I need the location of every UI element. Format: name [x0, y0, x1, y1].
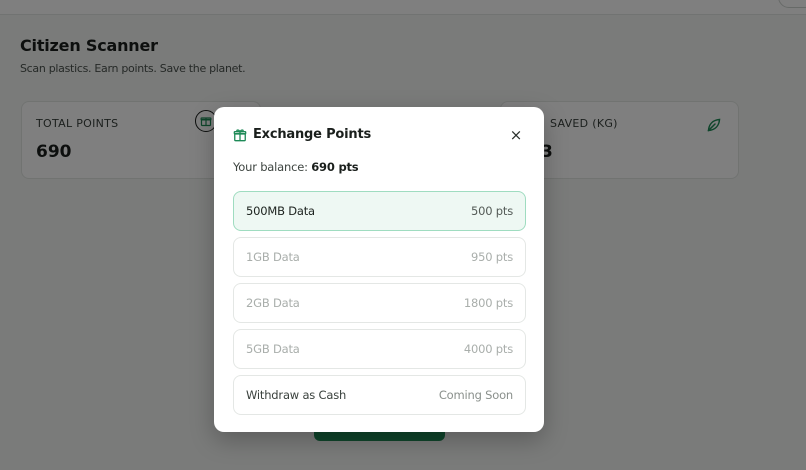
- option-name: 500MB Data: [246, 204, 315, 218]
- option-cost: 950 pts: [470, 250, 513, 264]
- option-cost: 1800 pts: [463, 296, 513, 310]
- modal-header: Exchange Points: [233, 127, 371, 142]
- option-500mb-data[interactable]: 500MB Data 500 pts: [233, 191, 526, 231]
- balance-value: 690 pts: [311, 160, 359, 174]
- modal-title: Exchange Points: [253, 127, 372, 142]
- option-name: 1GB Data: [246, 250, 300, 264]
- option-cost: 500 pts: [470, 204, 513, 218]
- exchange-options-list: 500MB Data 500 pts 1GB Data 950 pts 2GB …: [233, 191, 526, 421]
- option-name: 5GB Data: [246, 342, 300, 356]
- option-1gb-data: 1GB Data 950 pts: [233, 237, 526, 277]
- balance-line: Your balance: 690 pts: [233, 160, 359, 174]
- option-name: 2GB Data: [246, 296, 300, 310]
- option-cost: Coming Soon: [438, 388, 513, 402]
- close-icon[interactable]: ×: [508, 127, 524, 143]
- option-cost: 4000 pts: [463, 342, 513, 356]
- option-5gb-data: 5GB Data 4000 pts: [233, 329, 526, 369]
- option-withdraw-cash: Withdraw as Cash Coming Soon: [233, 375, 526, 415]
- exchange-points-modal: Exchange Points × Your balance: 690 pts …: [214, 107, 544, 432]
- gift-icon: [233, 128, 247, 142]
- balance-label: Your balance:: [233, 160, 308, 174]
- option-2gb-data: 2GB Data 1800 pts: [233, 283, 526, 323]
- option-name: Withdraw as Cash: [246, 388, 347, 402]
